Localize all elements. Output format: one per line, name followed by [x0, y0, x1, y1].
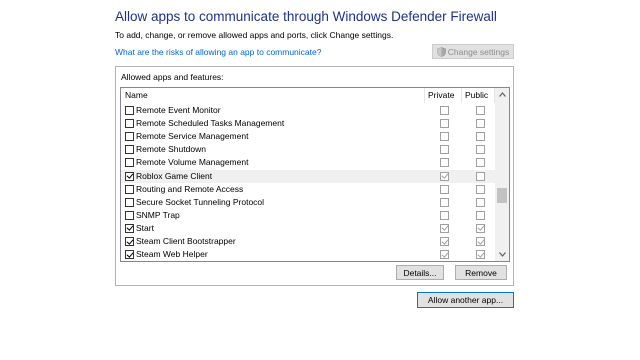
app-name: Remote Service Management — [136, 131, 249, 142]
change-settings-button[interactable]: Change settings — [432, 44, 514, 59]
app-enabled-checkbox[interactable] — [125, 197, 134, 207]
private-checkbox[interactable] — [440, 184, 449, 194]
app-enabled-checkbox[interactable] — [125, 237, 134, 246]
app-name: Remote Event Monitor — [136, 105, 221, 115]
list-item[interactable]: SNMP Trap — [121, 209, 495, 222]
private-checkbox[interactable] — [440, 106, 449, 115]
app-enabled-checkbox[interactable] — [125, 132, 134, 142]
app-name: Steam Client Bootstrapper — [136, 236, 236, 246]
public-checkbox[interactable] — [476, 106, 485, 115]
private-checkbox[interactable] — [440, 250, 449, 260]
risks-help-link[interactable]: What are the risks of allowing an app to… — [115, 47, 321, 57]
private-checkbox[interactable] — [440, 171, 449, 181]
list-item[interactable]: Remote Shutdown — [121, 143, 495, 156]
list-item[interactable]: Remote Volume Management — [121, 156, 495, 169]
public-checkbox[interactable] — [476, 132, 485, 142]
list-item[interactable]: Steam Web Helper — [121, 248, 495, 261]
public-checkbox[interactable] — [476, 171, 485, 181]
public-checkbox[interactable] — [476, 210, 485, 220]
change-settings-label: Change settings — [447, 46, 510, 57]
public-checkbox[interactable] — [476, 250, 485, 260]
list-item[interactable]: Steam Client Bootstrapper — [121, 235, 495, 248]
app-name: Steam Web Helper — [136, 249, 208, 260]
public-checkbox[interactable] — [476, 119, 485, 129]
page-title: Allow apps to communicate through Window… — [115, 9, 497, 24]
app-name: Remote Volume Management — [136, 157, 249, 168]
app-enabled-checkbox[interactable] — [125, 210, 134, 220]
scroll-down-button[interactable] — [495, 248, 509, 261]
chevron-down-icon — [498, 252, 506, 257]
app-enabled-checkbox[interactable] — [125, 250, 134, 260]
app-enabled-checkbox[interactable] — [125, 106, 134, 115]
list-item[interactable]: Remote Event Monitor — [121, 104, 495, 117]
app-enabled-checkbox[interactable] — [125, 171, 134, 181]
column-header-private[interactable]: Private — [425, 88, 462, 103]
public-checkbox[interactable] — [476, 237, 485, 246]
private-checkbox[interactable] — [440, 210, 449, 220]
public-checkbox[interactable] — [476, 158, 485, 168]
public-checkbox[interactable] — [476, 145, 485, 155]
page-subtitle: To add, change, or remove allowed apps a… — [115, 30, 394, 40]
uac-shield-icon — [436, 46, 446, 57]
app-name: Secure Socket Tunneling Protocol — [136, 196, 265, 207]
chevron-up-icon — [498, 92, 506, 97]
private-checkbox[interactable] — [440, 119, 449, 129]
private-checkbox[interactable] — [440, 158, 449, 168]
allowed-apps-list[interactable]: Name Private Public Remote Event Monitor… — [120, 87, 510, 262]
app-enabled-checkbox[interactable] — [125, 184, 134, 194]
public-checkbox[interactable] — [476, 223, 485, 233]
list-item[interactable]: Remote Scheduled Tasks Management — [121, 117, 495, 130]
app-name: Roblox Game Client — [136, 170, 213, 181]
list-item[interactable]: Remote Service Management — [121, 130, 495, 143]
app-name: SNMP Trap — [136, 209, 180, 220]
private-checkbox[interactable] — [440, 197, 449, 207]
public-checkbox[interactable] — [476, 197, 485, 207]
list-item[interactable]: Start — [121, 222, 495, 235]
list-item[interactable]: Secure Socket Tunneling Protocol — [121, 196, 495, 209]
column-header-public[interactable]: Public — [462, 88, 495, 103]
scroll-up-button[interactable] — [495, 88, 509, 101]
app-name: Start — [136, 222, 154, 233]
list-scrollbar[interactable] — [495, 88, 509, 261]
remove-button[interactable]: Remove — [455, 265, 507, 280]
column-header-name[interactable]: Name — [121, 88, 425, 103]
private-checkbox[interactable] — [440, 237, 449, 246]
allow-another-app-button[interactable]: Allow another app... — [417, 292, 514, 308]
private-checkbox[interactable] — [440, 132, 449, 142]
app-enabled-checkbox[interactable] — [125, 119, 134, 129]
private-checkbox[interactable] — [440, 223, 449, 233]
details-button[interactable]: Details... — [396, 265, 444, 280]
app-name: Remote Scheduled Tasks Management — [136, 118, 285, 129]
public-checkbox[interactable] — [476, 184, 485, 194]
app-name: Remote Shutdown — [136, 144, 206, 155]
app-enabled-checkbox[interactable] — [125, 145, 134, 155]
allowed-apps-label: Allowed apps and features: — [121, 72, 224, 82]
private-checkbox[interactable] — [440, 145, 449, 155]
app-enabled-checkbox[interactable] — [125, 158, 134, 168]
scroll-thumb[interactable] — [497, 188, 507, 203]
list-item[interactable]: Roblox Game Client — [121, 169, 495, 183]
app-name: Routing and Remote Access — [136, 183, 244, 194]
list-item[interactable]: Routing and Remote Access — [121, 183, 495, 196]
app-enabled-checkbox[interactable] — [125, 223, 134, 233]
